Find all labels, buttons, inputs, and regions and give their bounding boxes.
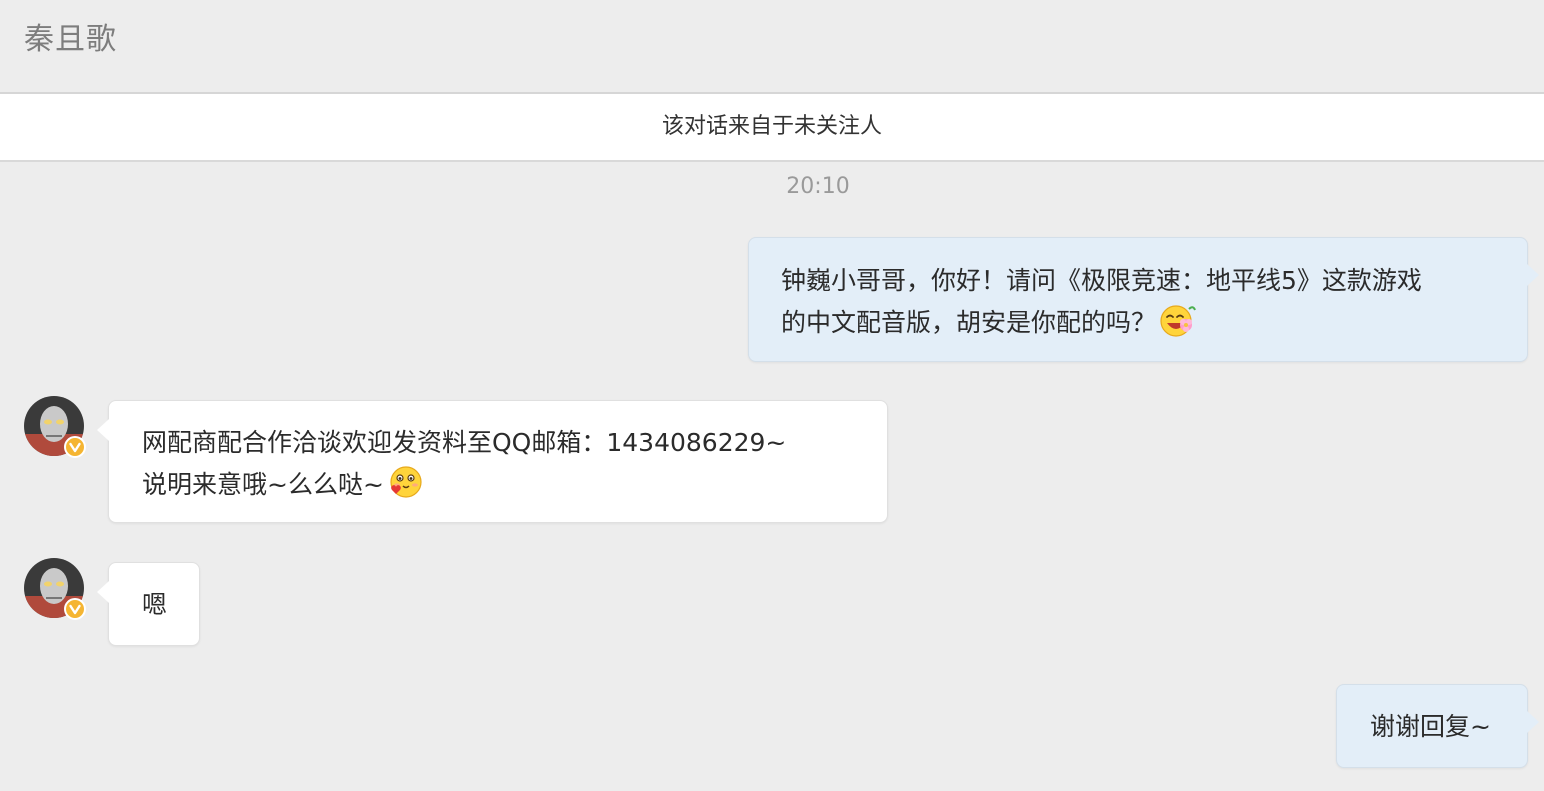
contact-name[interactable]: 秦且歌: [24, 20, 117, 60]
sender-avatar[interactable]: [24, 396, 86, 458]
message-bubble-outgoing[interactable]: 钟巍小哥哥，你好！请问《极限竞速：地平线5》这款游戏 的中文配音版，胡安是你配的…: [748, 237, 1539, 362]
stranger-notice-text: 该对话来自于未关注人: [661, 114, 882, 139]
verified-badge-icon: [64, 436, 86, 458]
message-text-line: 的中文配音版，胡安是你配的吗？: [781, 301, 1497, 343]
message-text-line: 网配商配合作洽谈欢迎发资料至QQ邮箱：1434086229~: [142, 428, 787, 457]
message-text-line: 钟巍小哥哥，你好！请问《极限竞速：地平线5》这款游戏: [781, 266, 1422, 295]
flower-grin-emoji: [1158, 301, 1196, 339]
stranger-notice-bar: 该对话来自于未关注人: [0, 94, 1544, 162]
message-bubble-incoming[interactable]: 网配商配合作洽谈欢迎发资料至QQ邮箱：1434086229~ 说明来意哦~么么哒…: [97, 400, 888, 523]
verified-badge-icon: [64, 598, 86, 620]
message-bubble-outgoing[interactable]: 谢谢回复~: [1336, 684, 1539, 768]
message-text-line: 说明来意哦~么么哒~: [142, 463, 857, 505]
message-bubble-incoming[interactable]: 嗯: [97, 562, 200, 646]
message-timestamp: 20:10: [786, 174, 850, 199]
kiss-heart-emoji: [386, 463, 424, 501]
chat-header: 秦且歌: [0, 0, 1544, 94]
sender-avatar[interactable]: [24, 558, 86, 620]
message-text-line: 谢谢回复~: [1370, 712, 1491, 741]
message-text-line: 嗯: [142, 590, 168, 619]
